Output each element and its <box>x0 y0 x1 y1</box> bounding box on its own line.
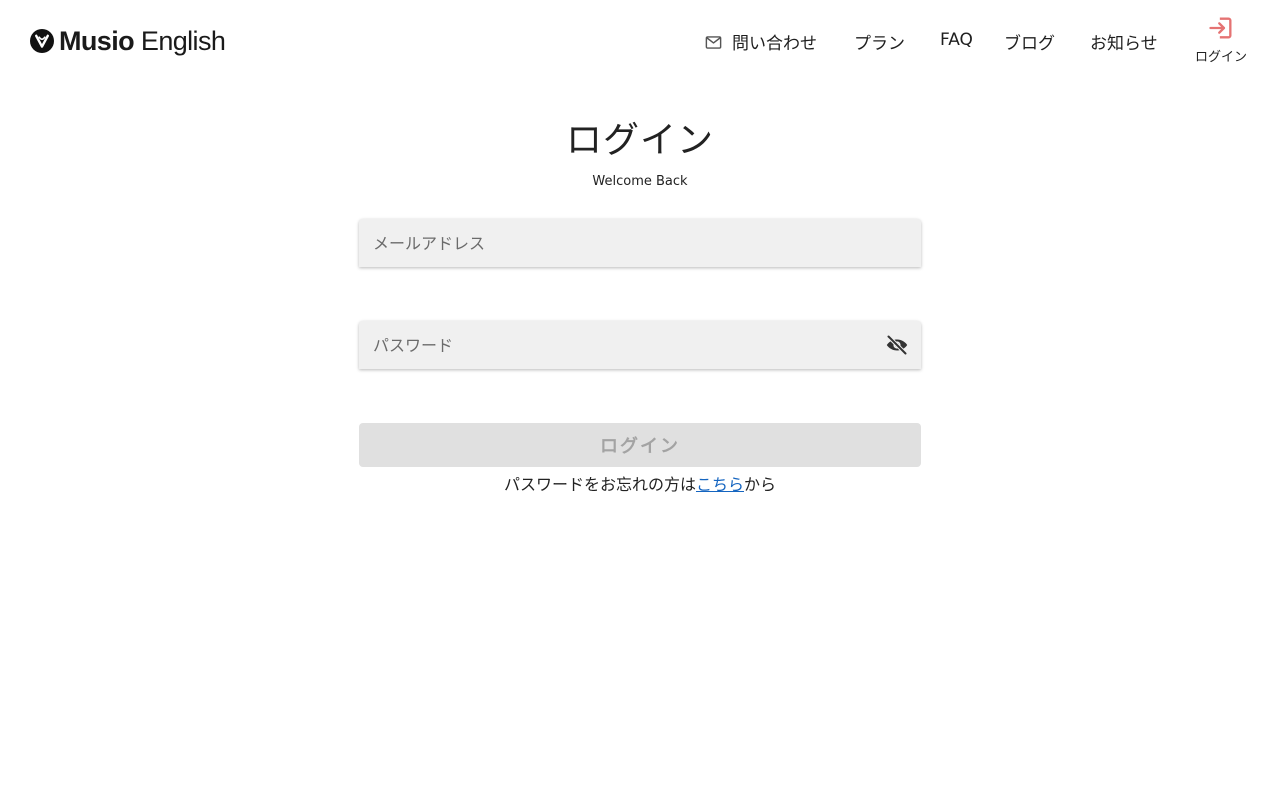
musio-logo-icon <box>30 29 54 53</box>
page-subtitle: Welcome Back <box>592 174 688 189</box>
brand-logo[interactable]: Musio English <box>30 26 226 56</box>
brand-name-secondary: English <box>140 26 226 56</box>
login-arrow-icon <box>1209 17 1232 39</box>
email-input[interactable] <box>371 219 909 267</box>
nav-login-label: ログイン <box>1194 50 1247 65</box>
nav-news[interactable]: お知らせ <box>1090 29 1158 54</box>
password-input[interactable] <box>371 321 885 369</box>
forgot-password-prefix: パスワードをお忘れの方は <box>503 475 696 494</box>
nav-plan[interactable]: プラン <box>854 29 905 54</box>
brand-name-primary: Musio <box>59 26 135 56</box>
password-field[interactable] <box>359 321 921 369</box>
page-title: ログイン <box>565 120 714 161</box>
login-submit-button[interactable]: ログイン <box>359 423 921 467</box>
eye-off-icon[interactable] <box>885 333 909 357</box>
brand-name: Musio English <box>59 26 226 56</box>
forgot-password-suffix: から <box>744 475 777 494</box>
nav-contact[interactable]: 問い合わせ <box>704 29 817 54</box>
nav-contact-label: 問い合わせ <box>732 34 817 54</box>
nav-faq[interactable]: FAQ <box>940 30 973 50</box>
forgot-password-link[interactable]: こちら <box>696 475 744 494</box>
mail-icon <box>705 36 722 49</box>
forgot-password-line: パスワードをお忘れの方はこちらから <box>0 474 1280 496</box>
nav-blog[interactable]: ブログ <box>1004 29 1055 54</box>
email-field[interactable] <box>359 219 921 267</box>
site-header: Musio English 問い合わせ プラン FAQ ブログ お知らせ ログイ… <box>0 0 1280 84</box>
nav-login[interactable]: ログイン <box>1190 14 1252 65</box>
